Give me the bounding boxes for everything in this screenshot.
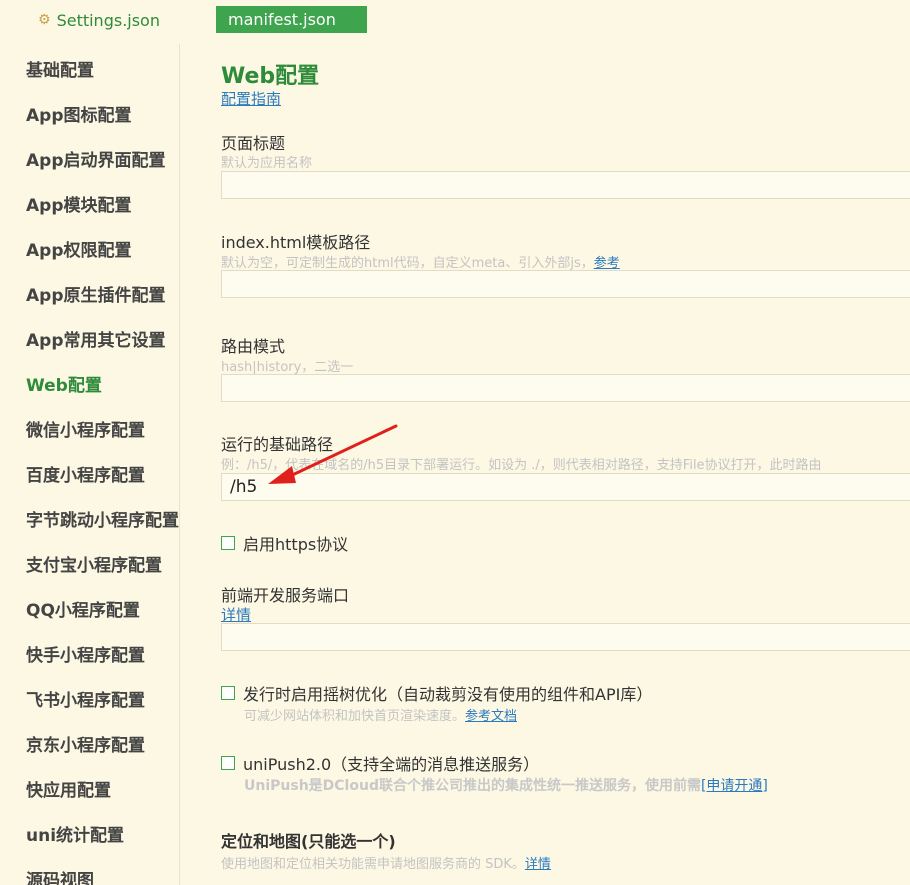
sidebar-item-toutiao[interactable]: 字节跳动小程序配置 — [26, 506, 179, 531]
dev-port-label: 前端开发服务端口 — [221, 586, 350, 605]
base-path-hint: 例：/h5/，代表在域名的/h5目录下部署运行。如设为 ./，则代表相对路径，支… — [221, 458, 822, 473]
tab-bar: ⚙ Settings.json manifest.json — [0, 0, 910, 44]
sidebar-item-jd[interactable]: 京东小程序配置 — [26, 731, 145, 756]
page-title: Web配置 — [221, 64, 320, 89]
dev-port-input[interactable] — [221, 623, 910, 651]
location-hint: 使用地图和定位相关功能需申请地图服务商的 SDK。详情 — [221, 853, 551, 872]
index-template-input[interactable] — [221, 270, 910, 298]
index-template-hint: 默认为空，可定制生成的html代码，自定义meta、引入外部js，参考 — [221, 252, 620, 271]
dev-port-details-link[interactable]: 详情 — [221, 604, 251, 625]
unipush-hint: UniPush是DCloud联合个推公司推出的集成性统一推送服务，使用前需[申请… — [244, 775, 768, 795]
tree-shaking-label: 发行时启用摇树优化（自动裁剪没有使用的组件和API库） — [243, 685, 653, 704]
sidebar-item-web[interactable]: Web配置 — [26, 371, 102, 396]
tab-settings-json[interactable]: ⚙ Settings.json — [38, 8, 160, 32]
unipush-option[interactable]: uniPush2.0（支持全端的消息推送服务） — [221, 751, 539, 775]
unipush-hint-text: UniPush是DCloud联合个推公司推出的集成性统一推送服务，使用前需 — [244, 778, 701, 794]
location-hint-text: 使用地图和定位相关功能需申请地图服务商的 SDK。 — [221, 857, 525, 872]
sidebar-item-kuaishou[interactable]: 快手小程序配置 — [26, 641, 145, 666]
main-content: Web配置 配置指南 页面标题 默认为应用名称 index.html模板路径 默… — [181, 44, 910, 885]
sidebar-item-app-permissions[interactable]: App权限配置 — [26, 236, 132, 261]
page-title-hint: 默认为应用名称 — [221, 156, 313, 171]
router-mode-label: 路由模式 — [221, 337, 286, 356]
sidebar: 基础配置 App图标配置 App启动界面配置 App模块配置 App权限配置 A… — [0, 44, 180, 885]
sidebar-item-quickapp[interactable]: 快应用配置 — [26, 776, 111, 801]
location-section-title: 定位和地图(只能选一个) — [221, 832, 396, 851]
sidebar-item-app-native-plugins[interactable]: App原生插件配置 — [26, 281, 166, 306]
https-checkbox[interactable] — [221, 536, 235, 550]
sidebar-item-app-other[interactable]: App常用其它设置 — [26, 326, 166, 351]
router-mode-hint: hash|history，二选一 — [221, 360, 354, 375]
tree-shaking-option[interactable]: 发行时启用摇树优化（自动裁剪没有使用的组件和API库） — [221, 681, 652, 705]
config-guide-link[interactable]: 配置指南 — [221, 88, 281, 109]
sidebar-item-app-icon[interactable]: App图标配置 — [26, 101, 132, 126]
gear-icon: ⚙ — [38, 12, 51, 28]
tab-settings-label: Settings.json — [56, 10, 160, 30]
tree-shaking-hint-text: 可减少网站体积和加快首页渲染速度。 — [244, 709, 466, 724]
sidebar-item-alipay[interactable]: 支付宝小程序配置 — [26, 551, 162, 576]
unipush-label: uniPush2.0（支持全端的消息推送服务） — [243, 755, 540, 774]
https-option[interactable]: 启用https协议 — [221, 531, 348, 555]
page-title-input[interactable] — [221, 171, 910, 199]
index-template-label: index.html模板路径 — [221, 233, 371, 252]
base-path-label: 运行的基础路径 — [221, 435, 334, 454]
location-details-link[interactable]: 详情 — [525, 857, 551, 872]
https-label: 启用https协议 — [243, 535, 349, 554]
index-template-reference-link[interactable]: 参考 — [594, 256, 620, 271]
sidebar-item-baidu[interactable]: 百度小程序配置 — [26, 461, 145, 486]
sidebar-item-uni-stat[interactable]: uni统计配置 — [26, 821, 124, 846]
page-title-label: 页面标题 — [221, 134, 286, 153]
tree-shaking-hint: 可减少网站体积和加快首页渲染速度。参考文档 — [244, 705, 517, 724]
sidebar-item-qq[interactable]: QQ小程序配置 — [26, 596, 140, 621]
tree-shaking-docs-link[interactable]: 参考文档 — [465, 709, 517, 724]
base-path-input[interactable]: /h5 — [221, 473, 910, 501]
unipush-checkbox[interactable] — [221, 756, 235, 770]
sidebar-item-app-modules[interactable]: App模块配置 — [26, 191, 132, 216]
sidebar-item-feishu[interactable]: 飞书小程序配置 — [26, 686, 145, 711]
tree-shaking-checkbox[interactable] — [221, 686, 235, 700]
index-template-hint-text: 默认为空，可定制生成的html代码，自定义meta、引入外部js， — [221, 256, 594, 271]
sidebar-item-app-splash[interactable]: App启动界面配置 — [26, 146, 166, 171]
tab-manifest-json[interactable]: manifest.json — [216, 6, 367, 33]
tab-manifest-label: manifest.json — [228, 10, 336, 29]
unipush-apply-link[interactable]: [申请开通] — [701, 778, 768, 794]
router-mode-input[interactable] — [221, 374, 910, 402]
sidebar-item-weixin[interactable]: 微信小程序配置 — [26, 416, 145, 441]
sidebar-item-basic[interactable]: 基础配置 — [26, 56, 94, 81]
sidebar-item-source-view[interactable]: 源码视图 — [26, 866, 94, 885]
